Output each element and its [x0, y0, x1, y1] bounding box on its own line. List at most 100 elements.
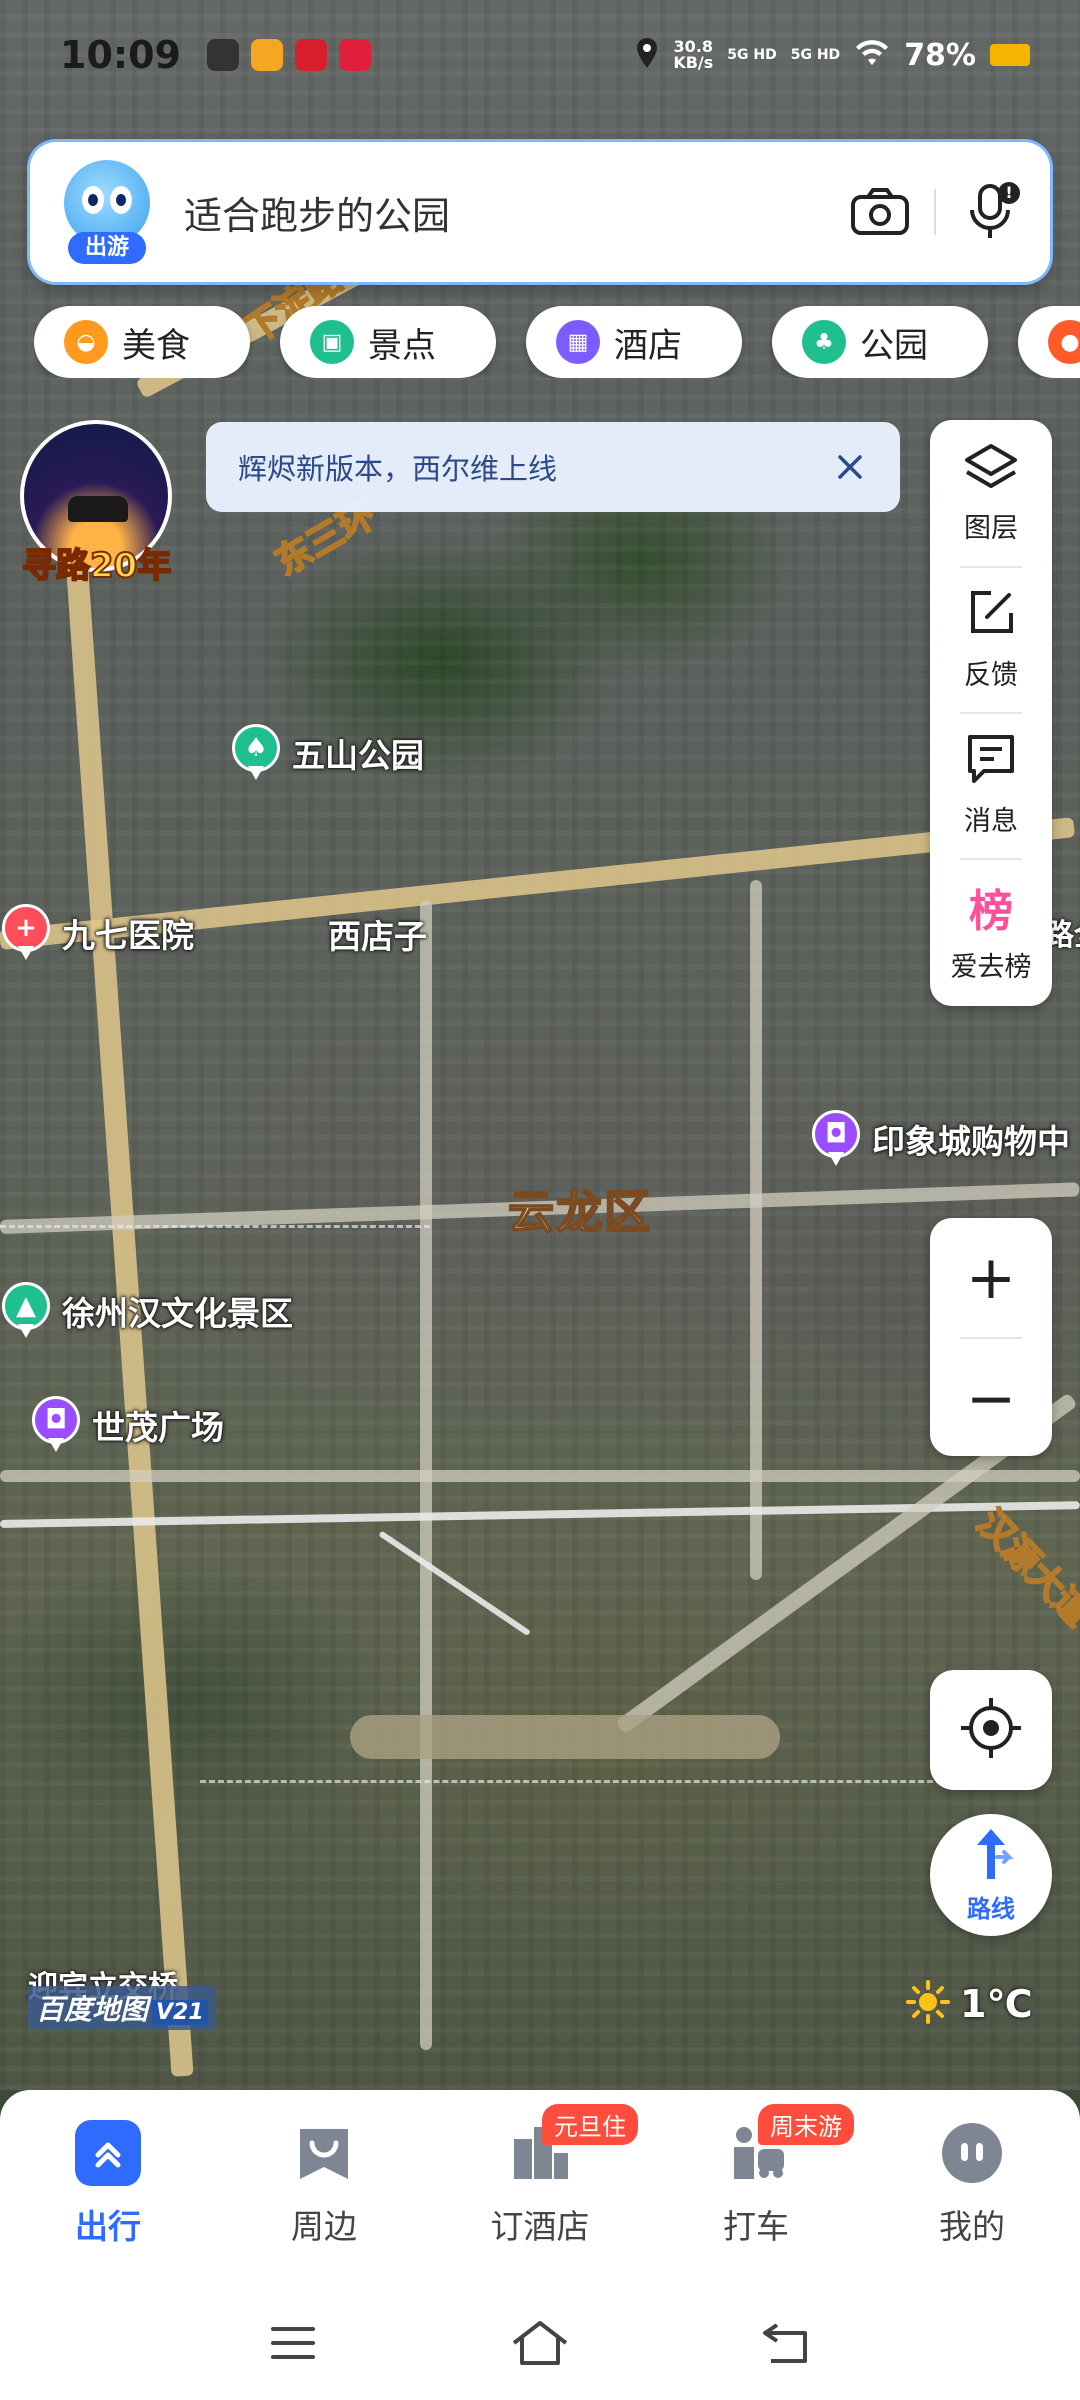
poi-97-hospital[interactable]: + 九七医院: [0, 904, 194, 962]
microphone-icon[interactable]: !: [960, 182, 1020, 242]
nav-label: 订酒店: [490, 2207, 590, 2246]
crosshair-icon: [959, 1696, 1023, 1764]
location-icon: [635, 37, 659, 73]
district-boundary-south: [200, 1780, 960, 1783]
layers-button[interactable]: 图层: [930, 420, 1052, 566]
promo-badge[interactable]: 寻路20年: [20, 420, 180, 587]
app-notification-icon: [294, 39, 327, 71]
battery-icon: [990, 44, 1030, 66]
road-lower-horizontal: [0, 1470, 1080, 1482]
poi-yinxiang-mall[interactable]: ◘ 印象城购物中: [810, 1110, 1070, 1168]
layers-icon: [963, 442, 1019, 496]
hospital-pin-icon: +: [0, 904, 52, 962]
hotel-icon: ▦: [556, 320, 600, 364]
menu-icon[interactable]: [261, 2311, 325, 2375]
chip-label: 公园: [860, 325, 928, 366]
chip-scenic[interactable]: ▣ 景点: [280, 306, 496, 378]
poi-name: 九七医院: [62, 916, 194, 955]
poi-name: 五山公园: [292, 736, 424, 775]
mic-alert-badge: !: [998, 182, 1020, 204]
search-input[interactable]: 适合跑步的公园: [184, 185, 850, 240]
feedback-button[interactable]: 反馈: [930, 566, 1052, 712]
wifi-icon: [854, 39, 890, 71]
nav-hotel[interactable]: 元旦住 订酒店: [432, 2104, 648, 2286]
park-pin-icon: ♠: [230, 724, 282, 782]
profile-icon: [939, 2120, 1005, 2186]
tool-label: 爱去榜: [950, 951, 1032, 983]
ranking-icon: 榜: [969, 885, 1013, 937]
bottom-nav: 出行 周边 元旦住 订酒店 周末游 打车 我的: [0, 2090, 1080, 2286]
chip-label: 酒店: [614, 325, 682, 366]
nav-badge: 周末游: [758, 2104, 854, 2145]
app-notification-icon: [206, 39, 239, 71]
search-bar[interactable]: 出游 适合跑步的公园 !: [30, 142, 1050, 282]
net-speed: 30.8 KB/s: [673, 37, 714, 72]
poi-han-culture-scenic[interactable]: ▲ 徐州汉文化景区: [0, 1282, 293, 1340]
chip-more[interactable]: ●: [1018, 306, 1080, 378]
edit-icon: [965, 587, 1017, 643]
travel-icon: [75, 2120, 141, 2186]
mascot-icon[interactable]: 出游: [64, 160, 150, 264]
chip-label: 景点: [368, 325, 436, 366]
search-divider: [934, 189, 936, 235]
nearby-icon: [291, 2120, 357, 2186]
food-icon: ◒: [64, 320, 108, 364]
more-category-icon: ●: [1048, 320, 1080, 364]
zoom-control: + −: [930, 1218, 1052, 1456]
poi-name: 徐州汉文化景区: [62, 1294, 293, 1333]
route-button[interactable]: 路线: [930, 1814, 1052, 1936]
airstrip: [350, 1715, 780, 1759]
notice-banner[interactable]: 辉烬新版本，西尔维上线: [206, 422, 900, 512]
ranking-button[interactable]: 榜 爱去榜: [930, 858, 1052, 1004]
nav-label: 出行: [75, 2207, 141, 2246]
district-label: 云龙区: [507, 1184, 652, 1240]
zoom-out-button[interactable]: −: [930, 1339, 1052, 1458]
messages-button[interactable]: 消息: [930, 712, 1052, 858]
poi-name: 印象城购物中: [872, 1122, 1070, 1161]
map-label-xidianzi: 西店子: [328, 917, 427, 956]
nav-nearby[interactable]: 周边: [216, 2120, 432, 2286]
poi-name: 世茂广场: [92, 1408, 224, 1447]
app-notification-icon: [250, 39, 283, 71]
nav-mine[interactable]: 我的: [864, 2120, 1080, 2286]
route-arrow-icon: [963, 1827, 1019, 1887]
weather-temp: 1℃: [960, 1982, 1033, 2026]
logo-text: 百度地图: [36, 1993, 149, 2026]
app-notification-icon: [338, 39, 371, 71]
nav-label: 我的: [939, 2207, 1005, 2246]
locate-button[interactable]: [930, 1670, 1052, 1790]
chip-park[interactable]: ♣ 公园: [772, 306, 988, 378]
status-time: 10:09: [60, 33, 181, 77]
shopping-pin-icon: ◘: [30, 1396, 82, 1454]
tool-label: 消息: [964, 805, 1018, 837]
scenic-icon: ▣: [310, 320, 354, 364]
weather-widget[interactable]: 1℃: [906, 1980, 1032, 2028]
message-icon: [964, 733, 1018, 789]
home-icon[interactable]: [508, 2311, 572, 2375]
chip-food[interactable]: ◒ 美食: [34, 306, 250, 378]
nav-label: 周边: [291, 2207, 357, 2246]
map-tools-panel: 图层 反馈 消息 榜 爱去榜: [930, 420, 1052, 1006]
nav-travel[interactable]: 出行: [0, 2120, 216, 2286]
chip-hotel[interactable]: ▦ 酒店: [526, 306, 742, 378]
camera-icon[interactable]: [850, 182, 910, 242]
poi-shimao-plaza[interactable]: ◘ 世茂广场: [30, 1396, 224, 1454]
category-chips: ◒ 美食 ▣ 景点 ▦ 酒店 ♣ 公园 ●: [34, 306, 1080, 378]
signal-1: 5G HD: [727, 47, 777, 63]
close-icon[interactable]: [830, 447, 870, 487]
battery-level: 78%: [904, 37, 976, 73]
shopping-pin-icon: ◘: [810, 1110, 862, 1168]
back-icon[interactable]: [755, 2311, 819, 2375]
nav-label: 打车: [723, 2207, 789, 2246]
zoom-in-button[interactable]: +: [930, 1218, 1052, 1337]
poi-wushan-park[interactable]: ♠ 五山公园: [230, 724, 424, 782]
status-right: 30.8 KB/s 5G HD 5G HD 78%: [635, 37, 1030, 73]
scenic-pin-icon: ▲: [0, 1282, 52, 1340]
notice-text: 辉烬新版本，西尔维上线: [238, 452, 558, 486]
mascot-tag: 出游: [68, 232, 146, 264]
logo-version: V21: [152, 2000, 208, 2025]
sun-icon: [906, 1980, 950, 2028]
route-label: 路线: [967, 1894, 1015, 1923]
status-bar: 10:09 30.8 KB/s 5G HD 5G HD 78%: [0, 0, 1080, 110]
nav-taxi[interactable]: 周末游 打车: [648, 2104, 864, 2286]
